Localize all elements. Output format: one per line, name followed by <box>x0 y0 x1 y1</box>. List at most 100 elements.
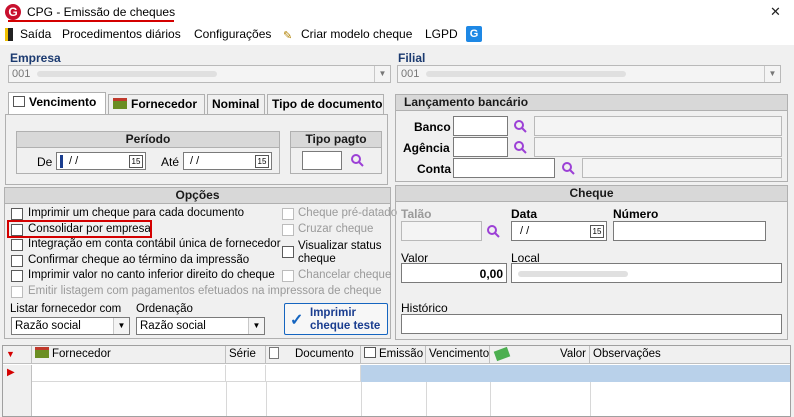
integracao-checkbox[interactable] <box>11 239 23 251</box>
local-field[interactable] <box>511 263 782 283</box>
cheque-pre-datado-label: Cheque pré-datado <box>298 207 398 219</box>
calendar-icon[interactable]: 15 <box>255 155 269 168</box>
empresa-value: 001 <box>12 68 31 80</box>
calendar-icon <box>13 96 25 107</box>
menu-criar-modelo-cheque[interactable]: Criar modelo cheque <box>301 27 412 41</box>
calendar-icon[interactable]: 15 <box>590 225 604 238</box>
sort-arrow-icon: ▼ <box>6 349 15 359</box>
column-fornecedor[interactable]: Fornecedor <box>32 346 226 364</box>
consolidar-highlight-box <box>7 220 152 238</box>
de-label: De <box>37 155 53 169</box>
imprimir-cheque-teste-button[interactable]: ✓ Imprimir cheque teste <box>284 303 388 335</box>
cell-serie[interactable] <box>226 365 266 382</box>
search-icon[interactable] <box>561 161 575 175</box>
de-date-field[interactable]: / / 15 <box>56 152 146 170</box>
money-icon <box>493 346 511 362</box>
conta-field[interactable] <box>453 158 555 178</box>
empresa-label: Empresa <box>10 51 61 65</box>
chevron-down-icon[interactable]: ▼ <box>113 318 129 334</box>
visualizar-status-checkbox[interactable] <box>282 246 294 258</box>
ate-label: Até <box>161 155 180 169</box>
agencia-label: Agência <box>403 141 450 155</box>
menu-procedimentos-diarios[interactable]: Procedimentos diários <box>62 27 181 41</box>
imprimir-button-label-2: cheque teste <box>310 320 381 332</box>
calendar-icon <box>364 347 376 358</box>
cell-fornecedor[interactable] <box>32 365 226 382</box>
column-serie[interactable]: Série <box>226 346 266 364</box>
search-icon[interactable] <box>486 224 500 238</box>
document-icon <box>269 347 279 359</box>
column-documento[interactable]: Documento <box>266 346 361 364</box>
grid-divider <box>490 382 491 416</box>
imprimir-canto-checkbox[interactable] <box>11 270 23 282</box>
grid-divider <box>226 382 227 416</box>
tab-vencimento[interactable]: Vencimento <box>8 92 106 114</box>
chevron-down-icon[interactable]: ▼ <box>374 66 390 82</box>
tab-tipo-documento[interactable]: Tipo de documento <box>267 94 384 114</box>
tipo-pagto-field[interactable] <box>302 151 342 170</box>
title-highlight-underline <box>8 20 174 22</box>
grid-indicator-header[interactable]: ▼ <box>3 346 32 364</box>
numero-field[interactable] <box>613 221 766 241</box>
de-date-value: / / <box>69 155 79 167</box>
conta-label: Conta <box>417 162 451 176</box>
chancelar-label: Chancelar cheque <box>298 269 392 281</box>
calendar-icon[interactable]: 15 <box>129 155 143 168</box>
chevron-down-icon[interactable]: ▼ <box>764 66 780 82</box>
cheque-pre-datado-checkbox <box>282 208 294 220</box>
confirmar-checkbox[interactable] <box>11 255 23 267</box>
lgpd-logo-icon[interactable]: G <box>466 26 482 42</box>
tab-fornecedor[interactable]: Fornecedor <box>108 94 205 114</box>
listar-fornecedor-label: Listar fornecedor com <box>10 303 122 315</box>
tab-fornecedor-label: Fornecedor <box>131 97 198 111</box>
empresa-select[interactable]: 001 ▼ <box>8 65 391 83</box>
column-vencimento[interactable]: Vencimento <box>426 346 490 364</box>
menu-saida[interactable]: Saída <box>20 27 51 41</box>
historico-field[interactable] <box>401 314 782 334</box>
tab-vencimento-label: Vencimento <box>29 95 97 109</box>
data-field[interactable]: / / 15 <box>511 221 607 241</box>
row-indicator-column <box>3 382 32 416</box>
banco-field[interactable] <box>453 116 508 136</box>
check-icon: ✓ <box>290 312 304 329</box>
agencia-name-field <box>534 137 782 157</box>
agencia-field[interactable] <box>453 137 508 157</box>
search-icon[interactable] <box>513 140 527 154</box>
menu-configuracoes[interactable]: Configurações <box>194 27 271 41</box>
cell-documento[interactable] <box>266 365 361 382</box>
imprimir-cada-label: Imprimir um cheque para cada documento <box>28 207 245 219</box>
cell-selected-range[interactable] <box>361 365 790 382</box>
column-emissao[interactable]: Emissão <box>361 346 426 364</box>
filial-select[interactable]: 001 ▼ <box>397 65 781 83</box>
tab-nominal[interactable]: Nominal <box>207 94 265 114</box>
ate-date-field[interactable]: / / 15 <box>183 152 272 170</box>
grid-divider <box>426 382 427 416</box>
chevron-down-icon[interactable]: ▼ <box>248 318 264 334</box>
emitir-listagem-checkbox <box>11 286 23 298</box>
window-title: CPG - Emissão de cheques <box>27 5 176 19</box>
valor-field[interactable]: 0,00 <box>401 263 507 283</box>
chancelar-checkbox <box>282 270 294 282</box>
column-observacoes[interactable]: Observações <box>590 346 790 364</box>
column-valor[interactable]: Valor <box>490 346 590 364</box>
exit-door-icon <box>5 28 13 41</box>
tipo-pagto-title: Tipo pagto <box>290 131 382 148</box>
cruzar-cheque-checkbox <box>282 224 294 236</box>
ate-date-value: / / <box>190 155 200 167</box>
close-icon[interactable]: ✕ <box>770 4 781 20</box>
imprimir-cada-checkbox[interactable] <box>11 208 23 220</box>
search-icon[interactable] <box>513 119 527 133</box>
listar-fornecedor-select[interactable]: Razão social ▼ <box>11 317 130 335</box>
ordenacao-label: Ordenação <box>136 303 193 315</box>
conta-name-field <box>582 158 782 178</box>
menu-lgpd[interactable]: LGPD <box>425 27 458 41</box>
table-row[interactable]: ▶ <box>3 365 790 382</box>
column-emissao-label: Emissão <box>379 348 424 360</box>
banco-name-field <box>534 116 782 136</box>
people-icon <box>35 347 49 358</box>
search-icon[interactable] <box>350 153 364 167</box>
cheque-title: Cheque <box>395 185 788 202</box>
visualizar-status-label-1: Visualizar status <box>298 240 382 252</box>
column-documento-label: Documento <box>295 348 354 360</box>
ordenacao-select[interactable]: Razão social ▼ <box>136 317 265 335</box>
